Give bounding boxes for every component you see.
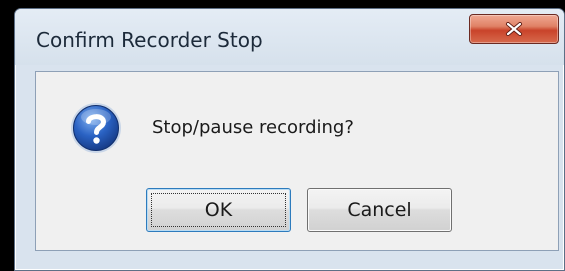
dialog-title: Confirm Recorder Stop	[36, 28, 263, 52]
ok-button-label: OK	[204, 199, 233, 221]
question-icon	[69, 101, 123, 155]
cancel-button[interactable]: Cancel	[307, 188, 452, 232]
cancel-button-label: Cancel	[347, 199, 412, 221]
dialog-window: Confirm Recorder Stop Stop/pause recordi…	[14, 8, 565, 271]
dialog-message: Stop/pause recording?	[152, 117, 354, 138]
dialog-body: Stop/pause recording? OK Cancel	[35, 71, 559, 251]
ok-button[interactable]: OK	[146, 188, 291, 232]
close-icon	[506, 22, 522, 36]
title-bar[interactable]: Confirm Recorder Stop	[15, 9, 564, 65]
close-button[interactable]	[469, 14, 559, 44]
